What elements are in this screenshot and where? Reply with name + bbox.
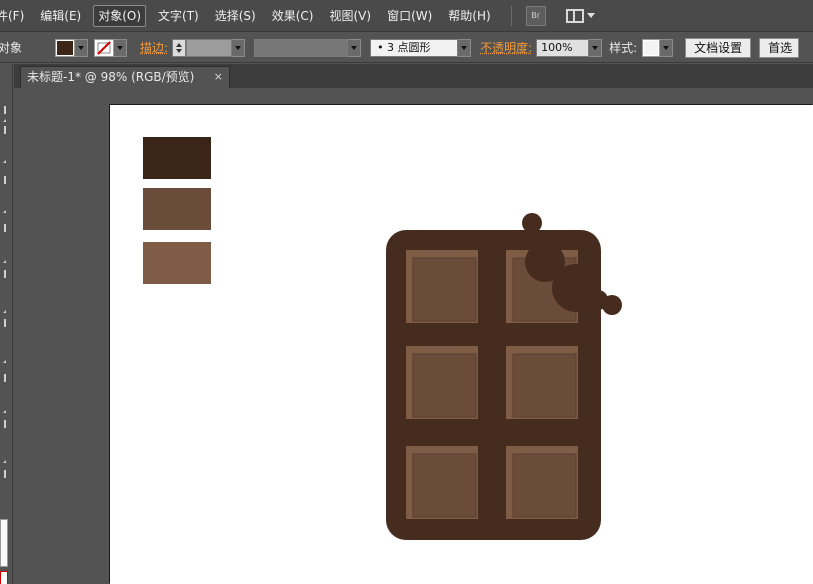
- chevron-down-icon: [78, 45, 85, 50]
- menu-separator: [510, 5, 512, 26]
- close-icon[interactable]: ×: [214, 67, 223, 87]
- brush-field[interactable]: • 3 点圆形: [370, 38, 459, 57]
- preferences-button[interactable]: 首选: [759, 37, 800, 58]
- tool-direct-selection[interactable]: [0, 126, 6, 134]
- color-sample-dark[interactable]: [143, 137, 211, 179]
- arrow-up-icon: [176, 42, 183, 47]
- color-sample-medium[interactable]: [143, 188, 211, 230]
- stroke-color-control[interactable]: [94, 38, 128, 57]
- menu-file[interactable]: 件(F): [0, 5, 28, 27]
- tool-flyout-icon: [3, 119, 6, 122]
- style-preview-icon: [644, 40, 659, 55]
- workspace-switcher[interactable]: [565, 8, 595, 23]
- chevron-down-icon: [235, 45, 242, 50]
- opacity-control[interactable]: 100%: [536, 38, 603, 57]
- tool-flyout-icon: [3, 310, 6, 313]
- stroke-weight-dropdown[interactable]: [232, 38, 246, 57]
- fill-color-icon: [57, 40, 74, 55]
- width-profile-dropdown[interactable]: [348, 38, 362, 57]
- fill-swatch[interactable]: [55, 38, 76, 57]
- graphic-style-swatch[interactable]: [642, 38, 661, 57]
- menu-bar: 件(F) 编辑(E) 对象(O) 文字(T) 选择(S) 效果(C) 视图(V)…: [0, 0, 813, 32]
- tool-flyout-icon: [3, 260, 6, 263]
- tool-line[interactable]: [0, 319, 6, 327]
- tool-pen[interactable]: [0, 224, 6, 232]
- tool-flyout-icon: [3, 460, 6, 463]
- chevron-down-icon: [461, 45, 468, 50]
- chevron-down-icon: [351, 45, 358, 50]
- none-color-button[interactable]: [0, 571, 8, 584]
- no-stroke-icon: [97, 40, 111, 55]
- chevron-down-icon: [663, 45, 670, 50]
- stroke-dropdown-button[interactable]: [114, 38, 128, 57]
- opacity-dropdown[interactable]: [589, 38, 603, 57]
- tools-panel: [0, 64, 13, 584]
- workspace-layout-icon: [565, 8, 584, 23]
- stroke-weight-control[interactable]: [172, 38, 246, 57]
- chevron-down-icon: [586, 13, 595, 18]
- opacity-input[interactable]: 100%: [536, 38, 590, 57]
- graphic-style-label: 样式:: [609, 41, 638, 55]
- tool-selection[interactable]: [0, 106, 6, 114]
- fill-color-control[interactable]: [55, 38, 89, 57]
- tool-flyout-icon: [3, 410, 6, 413]
- brush-definition[interactable]: • 3 点圆形: [370, 38, 472, 57]
- fill-stroke-swatch[interactable]: [0, 519, 8, 567]
- menu-type[interactable]: 文字(T): [154, 5, 203, 27]
- menu-window[interactable]: 窗口(W): [383, 5, 436, 27]
- fill-dropdown-button[interactable]: [75, 38, 89, 57]
- tool-flyout-icon: [3, 160, 6, 163]
- graphic-style-dropdown[interactable]: [660, 38, 674, 57]
- menu-help[interactable]: 帮助(H): [444, 5, 494, 27]
- arrow-down-icon: [176, 48, 183, 53]
- stroke-weight-label[interactable]: 描边:: [140, 39, 168, 56]
- tool-eyedropper[interactable]: [0, 470, 6, 478]
- tool-magic-wand[interactable]: [0, 176, 6, 184]
- control-bar: 对象 描边: • 3 点圆形 不透明度: 100% 样式: 文档设置 首选: [0, 33, 813, 63]
- menu-select[interactable]: 选择(S): [211, 5, 260, 27]
- artboard: [110, 105, 813, 584]
- tool-type[interactable]: [0, 270, 6, 278]
- graphic-style-control[interactable]: [642, 38, 674, 57]
- tool-flyout-icon: [3, 210, 6, 213]
- document-tab-title: 未标题-1* @ 98% (RGB/预览): [27, 70, 195, 84]
- chevron-down-icon: [592, 45, 599, 50]
- tool-flyout-icon: [3, 360, 6, 363]
- bridge-button[interactable]: Br: [525, 5, 546, 26]
- variable-width-profile[interactable]: [254, 38, 362, 57]
- opacity-label[interactable]: 不透明度:: [480, 39, 532, 56]
- menu-effect[interactable]: 效果(C): [268, 5, 318, 27]
- tool-width[interactable]: [0, 420, 6, 428]
- tool-rotate[interactable]: [0, 374, 6, 382]
- stroke-swatch[interactable]: [94, 38, 115, 57]
- stroke-weight-input[interactable]: [186, 38, 233, 57]
- brush-dropdown[interactable]: [458, 38, 472, 57]
- width-profile-field[interactable]: [254, 38, 349, 57]
- document-setup-button[interactable]: 文档设置: [685, 37, 752, 58]
- color-sample-light[interactable]: [143, 242, 211, 284]
- menu-edit[interactable]: 编辑(E): [36, 5, 85, 27]
- stroke-weight-stepper[interactable]: [172, 38, 187, 57]
- selection-type-label: 对象: [0, 41, 23, 55]
- document-tab-strip: 未标题-1* @ 98% (RGB/预览) ×: [14, 64, 813, 88]
- menu-view[interactable]: 视图(V): [325, 5, 375, 27]
- menu-object[interactable]: 对象(O): [93, 4, 147, 27]
- chevron-down-icon: [117, 45, 124, 50]
- document-tab[interactable]: 未标题-1* @ 98% (RGB/预览) ×: [20, 66, 230, 88]
